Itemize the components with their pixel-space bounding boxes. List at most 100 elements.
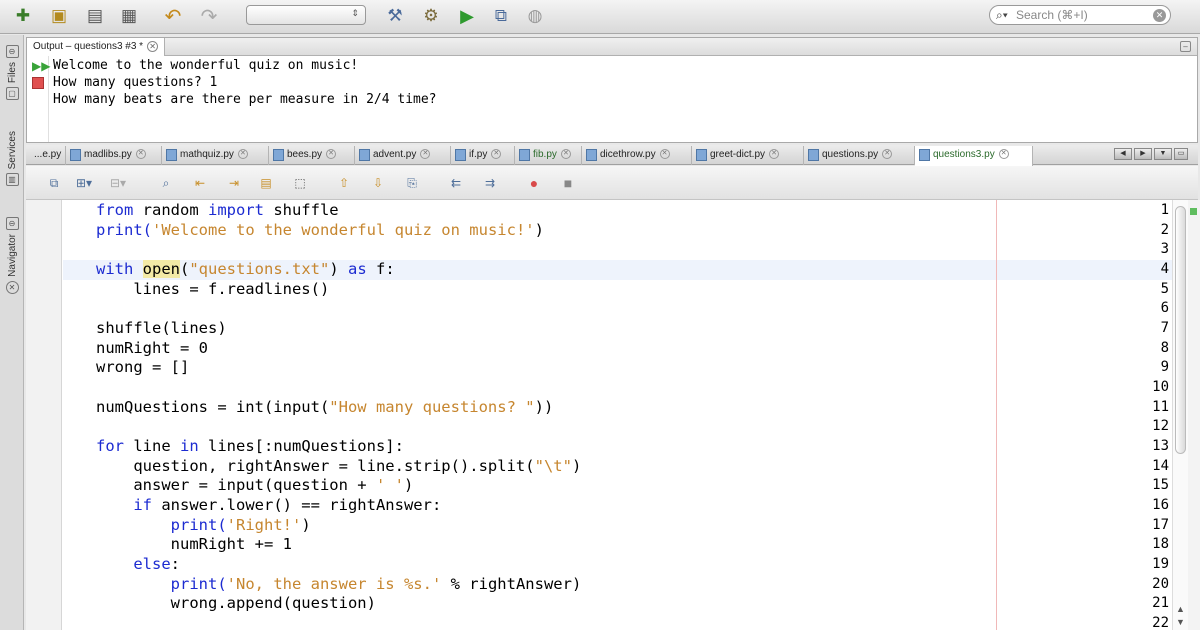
redo-icon[interactable]: ↷	[196, 3, 222, 29]
rectangular-selection-icon[interactable]: ⬚	[292, 175, 308, 191]
line-number: 4	[1160, 261, 1169, 277]
python-file-icon	[696, 149, 707, 161]
scroll-up-icon[interactable]: ▲	[1176, 604, 1185, 614]
line-number: 17	[1152, 517, 1169, 533]
tab-mathquiz[interactable]: mathquiz.py ✕	[162, 146, 269, 165]
code-line: numQuestions = int(input("How many quest…	[96, 398, 553, 416]
toggle-bookmark-icon[interactable]: ⎘	[404, 175, 420, 191]
tab-dicethrow[interactable]: dicethrow.py ✕	[582, 146, 692, 165]
scroll-down-icon[interactable]: ▼	[1176, 617, 1185, 627]
tab-advent[interactable]: advent.py ✕	[355, 146, 451, 165]
close-icon[interactable]: ✕	[491, 149, 502, 160]
tab-questions[interactable]: questions.py ✕	[804, 146, 915, 165]
history-icon[interactable]: ⊞▾	[76, 175, 92, 191]
close-icon[interactable]: ✕	[135, 149, 146, 160]
last-edit-icon[interactable]: ⊟▾	[110, 175, 126, 191]
status-ok-indicator	[1190, 208, 1197, 215]
main-toolbar: ✚ ▣ ▤ ▦ ↶ ↷ ⇕ ⚒ ⚙ ▶ ⧉ ◍ ⌕▾ Search (⌘+I) …	[0, 0, 1200, 34]
debug-icon[interactable]: ⧉	[488, 3, 514, 29]
find-next-icon[interactable]: ⇥	[226, 175, 242, 191]
find-icon[interactable]: ⌕	[158, 175, 174, 191]
source-view-icon[interactable]: ⧉	[46, 175, 62, 191]
toggle-highlight-icon[interactable]: ▤	[258, 175, 274, 191]
clear-search-icon[interactable]: ✕	[1153, 9, 1166, 22]
maximize-icon[interactable]: ▭	[1174, 148, 1188, 160]
minimize-icon[interactable]: ⊖	[5, 217, 19, 230]
highlighted-identifier: open	[142, 260, 180, 278]
code-line: print('Right!')	[96, 516, 311, 534]
close-icon[interactable]: ✕	[659, 149, 670, 160]
line-number-gutter	[26, 200, 62, 630]
services-rail-tab[interactable]: Services ▥	[0, 131, 24, 190]
search-field[interactable]: ⌕▾ Search (⌘+I) ✕	[989, 5, 1171, 25]
code-text: print(	[96, 516, 227, 534]
line-number: 12	[1152, 418, 1169, 434]
close-icon[interactable]: ✕	[237, 149, 248, 160]
close-icon[interactable]: ✕	[882, 149, 893, 160]
line-number: 19	[1152, 556, 1169, 572]
output-line: How many questions? 1	[53, 75, 218, 90]
right-margin-line	[996, 200, 997, 630]
tab-if[interactable]: if.py ✕	[451, 146, 515, 165]
tab-label: questions.py	[822, 149, 879, 160]
line-number: 3	[1160, 241, 1169, 257]
scroll-right-icon[interactable]: ▶	[1134, 148, 1152, 160]
python-file-icon	[455, 149, 466, 161]
close-icon[interactable]: ✕	[769, 149, 780, 160]
run-icon[interactable]: ▶	[454, 3, 480, 29]
clean-build-icon[interactable]: ⚙	[418, 3, 444, 29]
new-file-icon[interactable]: ✚	[10, 3, 36, 29]
tab-e-py[interactable]: ...e.py	[26, 146, 66, 165]
line-number: 2	[1160, 222, 1169, 238]
stop-icon[interactable]	[32, 77, 44, 89]
code-line: print('Welcome to the wonderful quiz on …	[96, 221, 544, 239]
stop-macro-icon[interactable]: ■	[560, 175, 576, 191]
scrollbar-thumb[interactable]	[1175, 206, 1186, 454]
output-line: How many beats are there per measure in …	[53, 92, 437, 107]
profile-icon[interactable]: ◍	[522, 3, 548, 29]
close-icon[interactable]: ✕	[326, 149, 337, 160]
find-previous-icon[interactable]: ⇤	[192, 175, 208, 191]
configuration-select[interactable]: ⇕	[246, 5, 366, 25]
output-tabbar: Output – questions3 #3 * ✕ –	[27, 38, 1197, 56]
minimize-icon[interactable]: ⊖	[5, 45, 19, 58]
shift-left-icon[interactable]: ⇇	[448, 175, 464, 191]
previous-bookmark-icon[interactable]: ⇧	[336, 175, 352, 191]
save-all-icon[interactable]: ▦	[116, 3, 142, 29]
code-line: with open("questions.txt") as f:	[96, 260, 395, 278]
code-editor[interactable]: 1 2 3 4 5 6 7 8 9 10 11 12 13 14 15 16 1…	[26, 200, 1172, 630]
tab-greet-dict[interactable]: greet-dict.py ✕	[692, 146, 804, 165]
code-line: lines = f.readlines()	[96, 280, 330, 298]
tab-bees[interactable]: bees.py ✕	[269, 146, 355, 165]
scroll-left-icon[interactable]: ◀	[1114, 148, 1132, 160]
navigator-rail-tab[interactable]: ⊖ Navigator ✕	[0, 213, 24, 298]
close-icon[interactable]: ✕	[147, 41, 159, 52]
keyword: from	[96, 201, 134, 219]
vertical-scrollbar[interactable]: ▲ ▼	[1172, 200, 1188, 630]
next-bookmark-icon[interactable]: ⇩	[370, 175, 386, 191]
build-icon[interactable]: ⚒	[382, 3, 408, 29]
record-macro-icon[interactable]: ●	[526, 175, 542, 191]
minimize-icon[interactable]: –	[1180, 41, 1191, 52]
code-text: )	[571, 457, 582, 475]
rerun-icon[interactable]: ▶▶	[32, 59, 50, 73]
tab-fib[interactable]: fib.py ✕	[515, 146, 582, 165]
close-icon[interactable]: ✕	[998, 149, 1009, 160]
close-icon[interactable]: ✕	[420, 149, 431, 160]
output-tab[interactable]: Output – questions3 #3 * ✕	[27, 38, 166, 56]
code-text: :	[170, 555, 180, 573]
line-number: 18	[1152, 536, 1169, 552]
open-project-icon[interactable]: ▤	[82, 3, 108, 29]
close-icon[interactable]: ✕	[560, 149, 571, 160]
shift-right-icon[interactable]: ⇉	[482, 175, 498, 191]
tab-questions3[interactable]: questions3.py ✕	[915, 146, 1033, 166]
new-project-icon[interactable]: ▣	[46, 3, 72, 29]
files-rail-tab[interactable]: ⊖ Files ▢	[0, 41, 24, 104]
tab-list-icon[interactable]: ▼	[1154, 148, 1172, 160]
string-literal: 'Welcome to the wonderful quiz on music!…	[152, 221, 535, 239]
keyword: else	[133, 555, 171, 573]
code-text: answer.lower() == rightAnswer:	[152, 496, 442, 514]
tab-madlibs[interactable]: madlibs.py ✕	[66, 146, 162, 165]
undo-icon[interactable]: ↶	[160, 3, 186, 29]
